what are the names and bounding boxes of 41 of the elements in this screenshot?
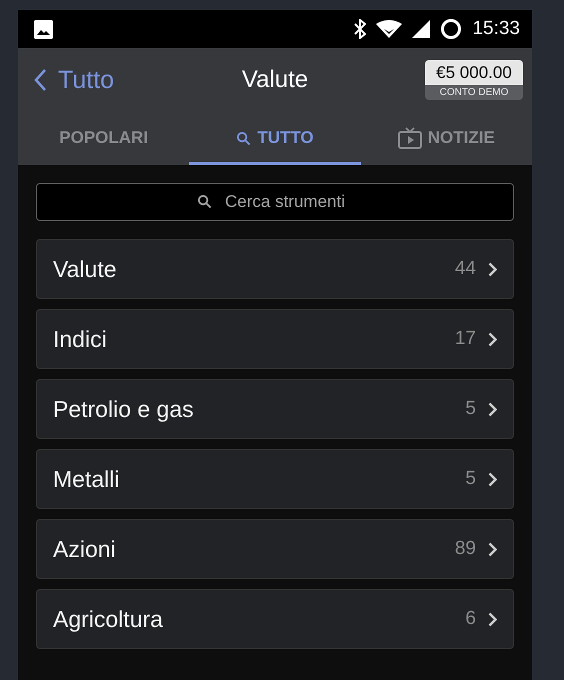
- screen-title: Valute: [242, 66, 308, 93]
- chevron-right-icon: [488, 402, 497, 416]
- category-row[interactable]: Indici 17: [36, 309, 514, 369]
- chevron-right-icon: [488, 472, 497, 486]
- search-field[interactable]: Cerca strumenti: [36, 183, 514, 221]
- category-row[interactable]: Petrolio e gas 5: [36, 379, 514, 439]
- status-time: 15:33: [472, 18, 520, 40]
- search-icon: [197, 194, 212, 209]
- battery-ring-icon: [440, 18, 462, 40]
- category-name: Azioni: [53, 536, 117, 562]
- category-row[interactable]: Azioni 89: [36, 519, 514, 579]
- category-count: 5: [465, 398, 476, 420]
- chevron-right-icon: [488, 612, 497, 626]
- chevron-right-icon: [488, 332, 497, 346]
- search-icon: [236, 130, 252, 146]
- category-name: Agricoltura: [53, 606, 164, 632]
- category-count: 5: [465, 468, 476, 490]
- wifi-icon: [376, 20, 402, 38]
- chevron-right-icon: [488, 542, 497, 556]
- category-row[interactable]: Agricoltura 6: [36, 589, 514, 649]
- category-name: Metalli: [53, 466, 120, 492]
- tab[interactable]: TUTTO: [189, 112, 361, 165]
- category-count: 44: [454, 258, 476, 280]
- back-link[interactable]: Tutto: [34, 66, 114, 94]
- category-name: Valute: [53, 256, 118, 282]
- balance-badge[interactable]: €5 000.00 CONTO DEMO: [425, 60, 523, 100]
- balance-amount: €5 000.00: [425, 60, 523, 85]
- tv-icon: [398, 127, 422, 149]
- signal-icon: [412, 20, 430, 38]
- category-count: 17: [454, 328, 476, 350]
- category-count: 89: [454, 538, 476, 560]
- chevron-right-icon: [488, 262, 497, 276]
- category-name: Indici: [53, 326, 108, 352]
- category-row[interactable]: Metalli 5: [36, 449, 514, 509]
- category-row[interactable]: Valute 44: [36, 239, 514, 299]
- category-name: Petrolio e gas: [53, 396, 195, 422]
- bluetooth-icon: [354, 19, 366, 39]
- image-icon: [34, 20, 53, 38]
- account-label: CONTO DEMO: [425, 85, 523, 100]
- category-count: 6: [465, 608, 476, 630]
- chevron-left-icon: [34, 69, 46, 91]
